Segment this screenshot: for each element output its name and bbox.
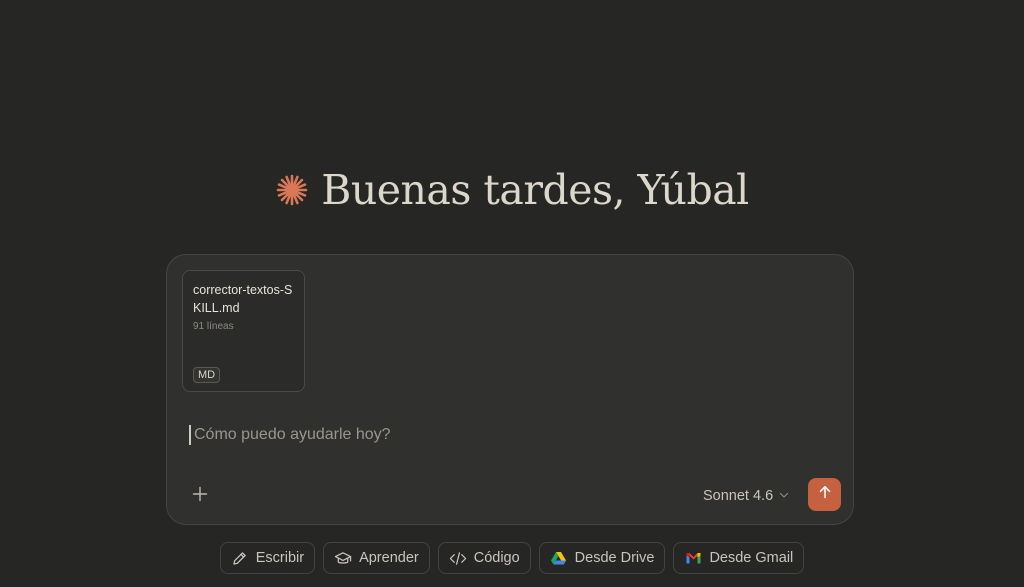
write-button[interactable]: Escribir (219, 542, 316, 574)
message-input[interactable] (194, 426, 594, 444)
file-attachment-card[interactable]: corrector-textos-SKILL.md 91 líneas MD (182, 270, 305, 392)
asterisk-burst-icon (275, 173, 309, 207)
from-drive-label: Desde Drive (574, 550, 655, 566)
plus-icon (192, 486, 208, 507)
arrow-up-icon (818, 485, 832, 504)
from-gmail-button[interactable]: Desde Gmail (673, 542, 805, 574)
write-label: Escribir (255, 550, 305, 566)
prompt-area[interactable] (189, 423, 594, 447)
greeting: Buenas tardes, Yúbal (0, 160, 1024, 220)
send-button[interactable] (808, 478, 841, 511)
text-cursor (189, 425, 191, 445)
from-drive-button[interactable]: Desde Drive (538, 542, 666, 574)
code-label: Código (473, 550, 520, 566)
greeting-title: Buenas tardes, Yúbal (321, 166, 749, 214)
attachment-line-count: 91 líneas (193, 321, 234, 332)
model-name: Sonnet 4.6 (703, 488, 774, 504)
gmail-icon (684, 549, 702, 567)
code-button[interactable]: Código (437, 542, 531, 574)
pencil-icon (231, 549, 249, 567)
add-content-button[interactable] (187, 483, 213, 509)
chevron-down-icon (779, 488, 789, 504)
model-selector[interactable]: Sonnet 4.6 (703, 484, 789, 508)
learn-button[interactable]: Aprender (323, 542, 430, 574)
file-type-badge: MD (193, 367, 221, 383)
google-drive-icon (550, 549, 568, 567)
code-icon (449, 549, 467, 567)
app-page: Buenas tardes, Yúbal corrector-textos-SK… (0, 0, 1024, 587)
graduation-cap-icon (334, 549, 352, 567)
quick-actions: Escribir Aprender Código Desde Drive Des… (0, 542, 1024, 574)
from-gmail-label: Desde Gmail (709, 550, 794, 566)
learn-label: Aprender (359, 550, 419, 566)
attachment-filename: corrector-textos-SKILL.md (193, 283, 293, 315)
message-composer: corrector-textos-SKILL.md 91 líneas MD S… (166, 254, 854, 525)
